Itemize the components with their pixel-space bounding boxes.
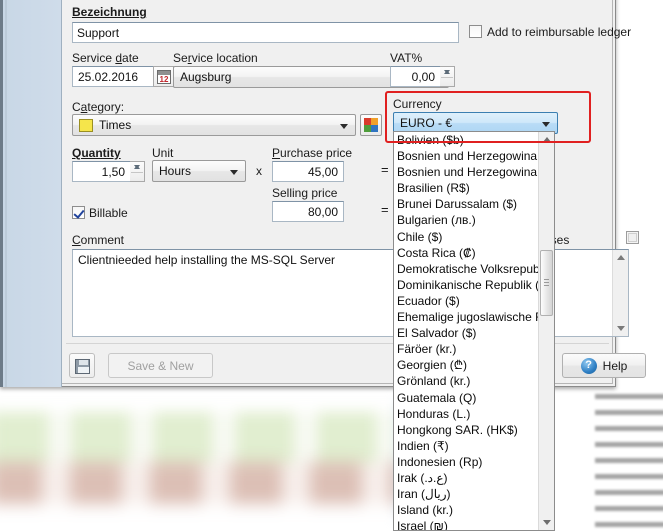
quantity-stepper-down[interactable] xyxy=(130,162,144,172)
currency-option[interactable]: El Salvador ($) xyxy=(394,325,554,341)
palette-square-blue xyxy=(371,125,378,132)
palette-square-green xyxy=(364,125,371,132)
scrollbar-thumb[interactable] xyxy=(540,250,553,316)
expenses-checkbox[interactable] xyxy=(626,231,639,244)
quantity-label: Quantity xyxy=(72,146,121,160)
billable-checkbox[interactable] xyxy=(72,206,85,219)
equals-sign-selling: = xyxy=(381,202,389,217)
blurred-desktop-background xyxy=(0,390,663,531)
floppy-disk-icon xyxy=(75,359,90,374)
chevron-down-icon xyxy=(340,124,348,129)
blurred-right-text xyxy=(595,394,663,531)
scroll-down-icon[interactable] xyxy=(613,320,628,336)
description-input[interactable]: Support xyxy=(72,22,459,43)
quantity-stepper[interactable] xyxy=(130,161,145,182)
category-value: Times xyxy=(99,118,131,132)
currency-option[interactable]: Indonesien (Rp) xyxy=(394,454,554,470)
save-and-new-button[interactable]: Save & New xyxy=(108,353,213,378)
selling-price-input[interactable]: 80,00 xyxy=(272,201,344,222)
purchase-price-input[interactable]: 45,00 xyxy=(272,161,344,182)
calendar-day-number: 12 xyxy=(158,75,170,83)
selling-price-label: Selling price xyxy=(272,186,337,200)
vat-input[interactable]: 0,00 xyxy=(390,66,441,87)
blurred-pink-rows xyxy=(0,462,410,504)
unit-label: Unit xyxy=(152,146,173,160)
description-label: Bezeichnung xyxy=(72,5,147,19)
multiply-sign: x xyxy=(256,164,262,178)
help-icon: ? xyxy=(581,358,597,374)
chevron-down-icon xyxy=(542,122,550,127)
currency-option[interactable]: Georgien (₾) xyxy=(394,357,554,373)
purchase-price-label: Purchase price xyxy=(272,146,352,160)
category-palette-button[interactable] xyxy=(360,114,382,136)
left-navigation-rail[interactable] xyxy=(0,0,62,387)
scroll-down-icon[interactable] xyxy=(539,515,554,530)
service-date-input[interactable]: 25.02.2016 xyxy=(72,66,154,87)
comment-textarea[interactable]: Clientnieeded help installing the MS-SQL… xyxy=(72,249,412,337)
currency-option[interactable]: Bosnien und Herzegowina (KM xyxy=(394,148,554,164)
currency-dropdown-list[interactable]: Bolivien ($b)Bosnien und Herzegowina (KM… xyxy=(393,131,555,531)
currency-option[interactable]: Indien (₹) xyxy=(394,438,554,454)
currency-option[interactable]: Dominikanische Republik (RD$ xyxy=(394,277,554,293)
currency-dropdown-scrollbar[interactable] xyxy=(538,132,554,530)
unit-combobox[interactable]: Hours xyxy=(152,160,246,182)
category-label: Category: xyxy=(72,100,124,114)
scroll-up-icon[interactable] xyxy=(539,132,554,147)
reimbursable-ledger-label: Add to reimbursable ledger xyxy=(487,25,631,39)
chevron-down-icon xyxy=(230,170,238,175)
service-location-value: Augsburg xyxy=(180,70,231,84)
quantity-input[interactable]: 1,50 xyxy=(72,161,131,182)
currency-option[interactable]: Färöer (kr.) xyxy=(394,341,554,357)
vat-label: VAT% xyxy=(390,51,422,65)
currency-option[interactable]: Brasilien (R$) xyxy=(394,180,554,196)
currency-option[interactable]: Ehemalige jugoslawische Repu xyxy=(394,309,554,325)
palette-square-red xyxy=(364,118,371,125)
vat-stepper[interactable] xyxy=(440,66,455,87)
currency-option[interactable]: Island (kr.) xyxy=(394,502,554,518)
category-color-swatch xyxy=(79,119,93,132)
currency-option[interactable]: Guatemala (Q) xyxy=(394,390,554,406)
service-location-label: Service location xyxy=(173,51,258,65)
calendar-picker-button[interactable]: 12 xyxy=(153,66,174,87)
category-combobox[interactable]: Times xyxy=(72,114,356,136)
save-button[interactable] xyxy=(69,353,95,378)
currency-option[interactable]: Grönland (kr.) xyxy=(394,373,554,389)
currency-option[interactable]: Iran (ريال) xyxy=(394,486,554,502)
reimbursable-ledger-checkbox[interactable] xyxy=(469,25,482,38)
billable-label: Billable xyxy=(89,206,128,220)
unit-value: Hours xyxy=(159,164,191,178)
currency-option[interactable]: Hongkong SAR. (HK$) xyxy=(394,422,554,438)
vat-stepper-down[interactable] xyxy=(440,67,454,77)
currency-label: Currency xyxy=(393,97,442,111)
currency-option[interactable]: Israel (₪) xyxy=(394,518,554,531)
currency-option[interactable]: Bulgarien (лв.) xyxy=(394,212,554,228)
scroll-up-icon[interactable] xyxy=(613,250,628,266)
screen: Bezeichnung Support Add to reimbursable … xyxy=(0,0,663,531)
rail-outer-edge xyxy=(0,0,3,387)
equals-sign-purchase: = xyxy=(381,162,389,177)
currency-option[interactable]: Bolivien ($b) xyxy=(394,132,554,148)
currency-option[interactable]: Irak (.ع.د) xyxy=(394,470,554,486)
currency-option[interactable]: Brunei Darussalam ($) xyxy=(394,196,554,212)
help-button-label: Help xyxy=(603,360,628,372)
rail-inner-edge xyxy=(5,0,7,387)
help-button[interactable]: ? Help xyxy=(562,353,646,378)
currency-option[interactable]: Ecuador ($) xyxy=(394,293,554,309)
expenses-scrollbar[interactable] xyxy=(612,250,628,336)
currency-option[interactable]: Honduras (L.) xyxy=(394,406,554,422)
currency-option[interactable]: Bosnien und Herzegowina (KM xyxy=(394,164,554,180)
currency-value: EURO - € xyxy=(400,116,452,130)
currency-option[interactable]: Costa Rica (₡) xyxy=(394,245,554,261)
currency-option[interactable]: Chile ($) xyxy=(394,229,554,245)
palette-square-orange xyxy=(371,118,378,125)
comment-label: Comment xyxy=(72,233,124,247)
service-date-label: Service date xyxy=(72,51,139,65)
currency-option[interactable]: Demokratische Volksrepublik L xyxy=(394,261,554,277)
calendar-icon: 12 xyxy=(157,70,171,84)
